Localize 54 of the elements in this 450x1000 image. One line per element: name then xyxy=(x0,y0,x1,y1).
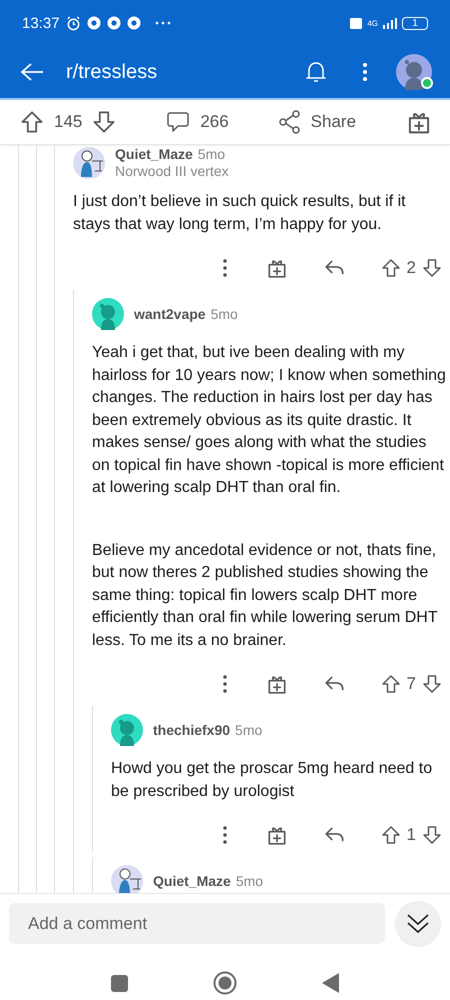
browser-icon xyxy=(126,16,141,30)
vote-count: 1 xyxy=(406,825,416,845)
alarm-icon xyxy=(66,16,81,30)
back-icon[interactable] xyxy=(20,62,44,82)
upvote-icon[interactable] xyxy=(380,258,401,278)
comment-age: 5mo xyxy=(210,306,238,322)
collapse-button[interactable] xyxy=(395,900,441,946)
user-flair: Norwood III vertex xyxy=(115,163,229,180)
comment-age: 5mo xyxy=(198,146,226,162)
downvote-icon[interactable] xyxy=(422,825,442,845)
comment-icon[interactable] xyxy=(166,110,190,134)
browser-icon xyxy=(86,16,101,30)
comment-text: Howd you get the proscar 5mg heard need to be prescribed by urologist xyxy=(111,759,434,802)
more-icon[interactable] xyxy=(222,674,228,694)
upvote-icon[interactable] xyxy=(380,825,401,845)
comment-field[interactable]: Add a comment xyxy=(9,903,385,944)
avatar-icon[interactable] xyxy=(73,147,105,179)
comment-author[interactable]: Quiet_Maze xyxy=(115,146,193,162)
more-icon[interactable] xyxy=(222,258,228,278)
vote-count: 7 xyxy=(406,674,416,694)
network-type: 4G xyxy=(367,18,378,28)
comment-author[interactable]: want2vape xyxy=(134,306,206,322)
battery-level: 1 xyxy=(402,16,428,30)
upvote-icon[interactable] xyxy=(380,674,401,694)
downvote-icon[interactable] xyxy=(92,110,116,134)
downvote-icon[interactable] xyxy=(422,258,442,278)
avatar-icon[interactable] xyxy=(92,298,124,330)
comment-text: Yeah i get that, but ive been dealing with my hairloss for 10 years now; I know when something changes. The reduction in hairs lost per day has been extremely obvious as its quite drastic. It makes sense/ goes along with what the studies on topical fin have shown -topical is more efficient at lowering scalp DHT than oral fin. xyxy=(92,343,446,498)
bell-icon[interactable] xyxy=(305,60,327,84)
comment-count: 266 xyxy=(200,112,229,132)
comment-author[interactable]: thechiefx90 xyxy=(153,722,230,738)
vote-count: 2 xyxy=(406,258,416,278)
clock-time: 13:37 xyxy=(22,14,60,32)
browser-icon xyxy=(106,16,121,30)
comment-text: I just don’t believe in such quick results, but if it stays that way long term, I’m happy for you. xyxy=(73,192,407,234)
back-nav-icon[interactable] xyxy=(322,973,339,993)
home-icon[interactable] xyxy=(213,971,237,995)
recents-icon[interactable] xyxy=(111,974,128,992)
vote-count: 145 xyxy=(54,112,82,132)
avatar-icon[interactable] xyxy=(111,714,143,746)
profile-avatar[interactable] xyxy=(396,54,432,90)
comment-text: Believe my ancedotal evidence or not, thats fine, but now theres 2 published studies showing the same thing: topical fin lowers scalp DHT more efficiently than oral fin while lowering serum DHT less. To me its a no brainer. xyxy=(92,540,438,650)
comment-age: 5mo xyxy=(236,872,264,888)
menu-icon[interactable] xyxy=(362,62,368,82)
signal-icon xyxy=(383,18,397,28)
more-icon[interactable] xyxy=(222,825,228,845)
share-button[interactable]: Share xyxy=(310,112,356,132)
downvote-icon[interactable] xyxy=(422,674,442,694)
subreddit-title: r/tressless xyxy=(66,60,158,84)
upvote-icon[interactable] xyxy=(20,110,44,134)
share-icon[interactable] xyxy=(278,110,301,134)
comment-author[interactable]: Quiet_Maze xyxy=(153,872,231,888)
overflow-icon xyxy=(154,21,171,25)
comment-age: 5mo xyxy=(235,722,262,738)
